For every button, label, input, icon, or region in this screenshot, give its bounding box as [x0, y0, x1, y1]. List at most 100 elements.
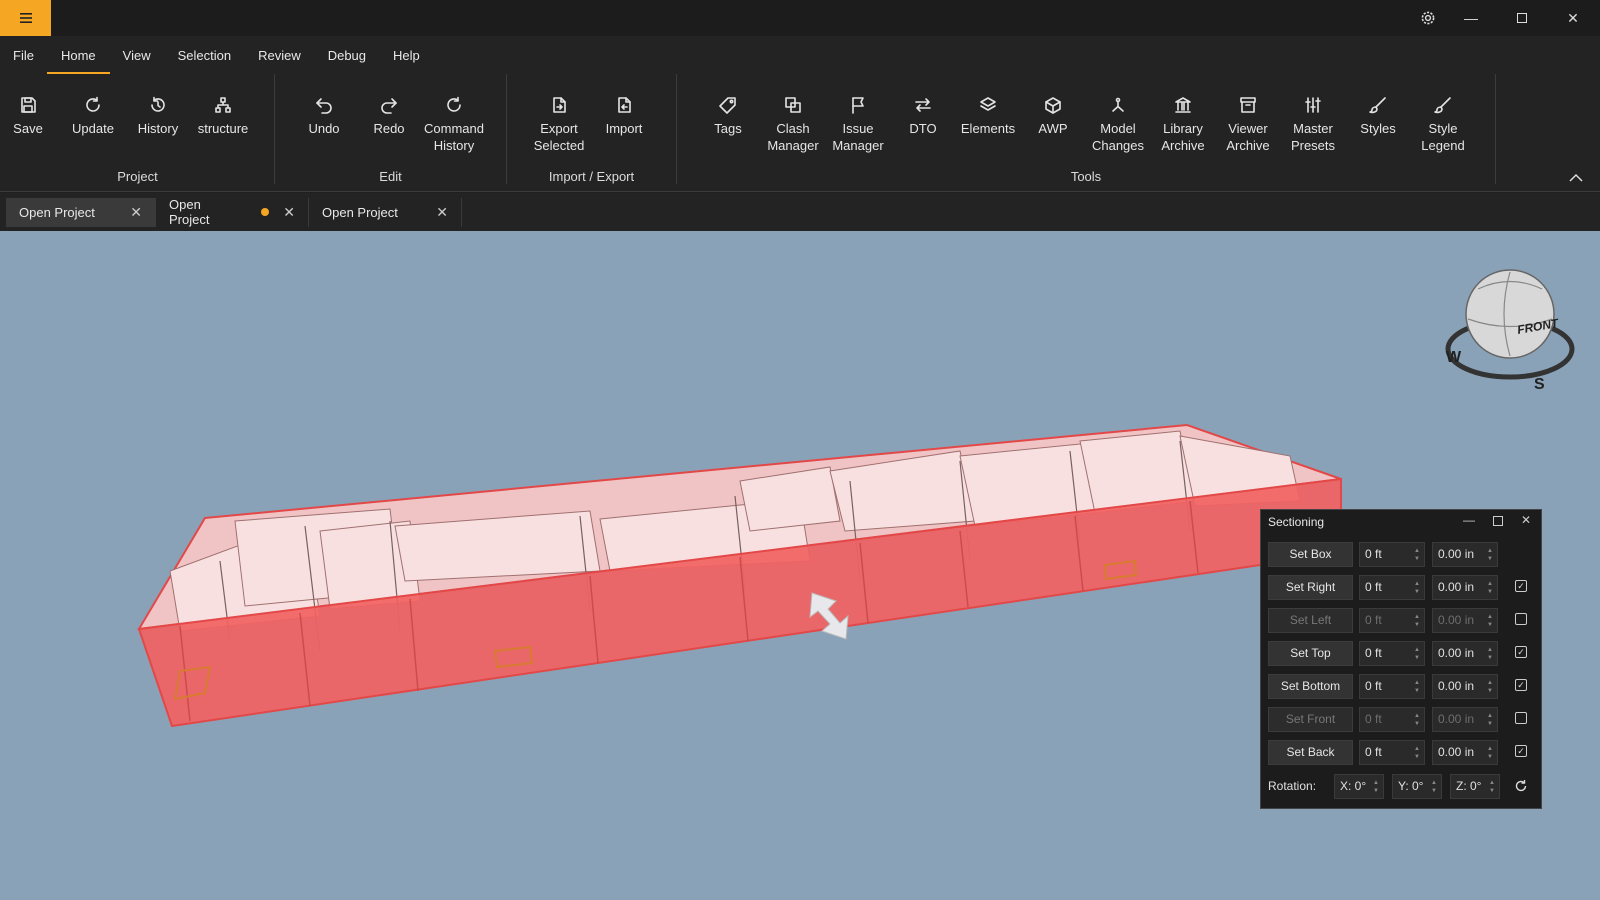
close-icon[interactable]: ✕ [283, 204, 295, 221]
section-set-button[interactable]: Set Left [1268, 607, 1353, 633]
redo-button[interactable]: Redo [357, 96, 421, 137]
panel-maximize-icon[interactable] [1493, 516, 1503, 526]
export-selected-button[interactable]: Export Selected [527, 96, 591, 154]
collapse-ribbon-icon[interactable] [1568, 170, 1584, 186]
minimize-button[interactable]: — [1447, 0, 1495, 36]
elements-button[interactable]: Elements [956, 96, 1020, 137]
tab-open-project-2[interactable]: Open Project ✕ [156, 197, 309, 227]
model-changes-button[interactable]: Model Changes [1086, 96, 1150, 154]
section-set-button[interactable]: Set Front [1268, 706, 1353, 732]
structure-button[interactable]: structure [191, 96, 255, 137]
section-ft-input[interactable]: 0 ft ▲ ▼ [1359, 541, 1425, 567]
menu-file[interactable]: File [13, 36, 34, 74]
section-in-input[interactable]: 0.00 in ▲ ▼ [1432, 739, 1498, 765]
section-enable-checkbox[interactable]: ✓ [1515, 745, 1527, 757]
spinner-icon[interactable]: ▲ ▼ [1431, 779, 1437, 795]
export-file-icon [553, 97, 566, 113]
section-ft-input[interactable]: 0 ft ▲ ▼ [1359, 706, 1425, 732]
issue-manager-button[interactable]: Issue Manager [826, 96, 890, 154]
section-set-button[interactable]: Set Right [1268, 574, 1353, 600]
dto-button[interactable]: DTO [891, 96, 955, 137]
menu-debug[interactable]: Debug [328, 36, 366, 74]
section-set-button[interactable]: Set Bottom [1268, 673, 1353, 699]
section-in-input[interactable]: 0.00 in ▲ ▼ [1432, 607, 1498, 633]
reset-rotation-icon[interactable] [1514, 779, 1528, 793]
tab-open-project-1[interactable]: Open Project ✕ [6, 197, 156, 227]
menu-selection[interactable]: Selection [178, 36, 231, 74]
section-in-input[interactable]: 0.00 in ▲ ▼ [1432, 640, 1498, 666]
menu-view[interactable]: View [123, 36, 151, 74]
section-set-button[interactable]: Set Back [1268, 739, 1353, 765]
spinner-icon[interactable]: ▲ ▼ [1487, 580, 1493, 596]
rotation-x-input[interactable]: X: 0° ▲ ▼ [1334, 773, 1384, 799]
close-icon[interactable]: ✕ [130, 204, 142, 221]
command-history-button[interactable]: Command History [422, 96, 486, 154]
spinner-icon[interactable]: ▲ ▼ [1489, 779, 1495, 795]
spinner-icon[interactable]: ▲ ▼ [1414, 712, 1420, 728]
section-ft-input[interactable]: 0 ft ▲ ▼ [1359, 574, 1425, 600]
section-ft-input[interactable]: 0 ft ▲ ▼ [1359, 673, 1425, 699]
spinner-icon[interactable]: ▲ ▼ [1487, 547, 1493, 563]
section-in-input[interactable]: 0.00 in ▲ ▼ [1432, 541, 1498, 567]
spinner-icon[interactable]: ▲ ▼ [1414, 646, 1420, 662]
section-set-button[interactable]: Set Top [1268, 640, 1353, 666]
section-set-button[interactable]: Set Box [1268, 541, 1353, 567]
update-button[interactable]: Update [61, 96, 125, 137]
history-button[interactable]: History [126, 96, 190, 137]
close-icon[interactable]: ✕ [436, 204, 448, 221]
styles-button[interactable]: Styles [1346, 96, 1410, 137]
close-button[interactable]: ✕ [1549, 0, 1597, 36]
tab-open-project-3[interactable]: Open Project ✕ [309, 197, 462, 227]
section-in-input[interactable]: 0.00 in ▲ ▼ [1432, 574, 1498, 600]
ribbon-group-import-export: Export Selected Import Import / Export [507, 74, 676, 192]
style-legend-button[interactable]: Style Legend [1411, 96, 1475, 154]
undo-button[interactable]: Undo [292, 96, 356, 137]
spinner-icon[interactable]: ▲ ▼ [1487, 745, 1493, 761]
elements-label: Elements [960, 121, 1016, 136]
maximize-button[interactable] [1498, 0, 1546, 36]
section-ft-input[interactable]: 0 ft ▲ ▼ [1359, 607, 1425, 633]
settings-button[interactable] [1404, 0, 1452, 36]
view-cube-icon[interactable]: FRONT W S [1438, 264, 1578, 394]
master-presets-button[interactable]: Master Presets [1281, 96, 1345, 154]
spinner-icon[interactable]: ▲ ▼ [1414, 679, 1420, 695]
spinner-icon[interactable]: ▲ ▼ [1487, 613, 1493, 629]
spinner-icon[interactable]: ▲ ▼ [1414, 580, 1420, 596]
section-enable-checkbox[interactable]: ✓ [1515, 580, 1527, 592]
panel-close-icon[interactable]: ✕ [1521, 513, 1531, 527]
hierarchy-icon [215, 97, 231, 113]
menu-home[interactable]: Home [46, 36, 110, 74]
menu-help[interactable]: Help [393, 36, 420, 74]
section-enable-checkbox[interactable]: ✓ [1515, 679, 1527, 691]
spinner-icon[interactable]: ▲ ▼ [1414, 547, 1420, 563]
spinner-icon[interactable]: ▲ ▼ [1487, 712, 1493, 728]
spinner-icon[interactable]: ▲ ▼ [1373, 779, 1379, 795]
save-button[interactable]: Save [0, 96, 60, 137]
section-ft-input[interactable]: 0 ft ▲ ▼ [1359, 739, 1425, 765]
menu-review[interactable]: Review [258, 36, 301, 74]
section-in-input[interactable]: 0.00 in ▲ ▼ [1432, 673, 1498, 699]
section-enable-checkbox[interactable] [1515, 613, 1527, 625]
viewer-archive-button[interactable]: Viewer Archive [1216, 96, 1280, 154]
rotation-y-input[interactable]: Y: 0° ▲ ▼ [1392, 773, 1442, 799]
library-archive-button[interactable]: Library Archive [1151, 96, 1215, 154]
section-ft-value: 0 ft [1365, 646, 1382, 660]
import-button[interactable]: Import [592, 96, 656, 137]
section-enable-checkbox[interactable] [1515, 712, 1527, 724]
brush-icon [1369, 97, 1386, 114]
clash-manager-button[interactable]: Clash Manager [761, 96, 825, 154]
spinner-icon[interactable]: ▲ ▼ [1414, 745, 1420, 761]
group-label-project: Project [117, 169, 158, 184]
section-in-input[interactable]: 0.00 in ▲ ▼ [1432, 706, 1498, 732]
tags-button[interactable]: Tags [696, 96, 760, 137]
hamburger-menu-button[interactable] [0, 0, 51, 36]
awp-button[interactable]: AWP [1021, 96, 1085, 137]
spinner-icon[interactable]: ▲ ▼ [1487, 646, 1493, 662]
tab-label: Open Project [19, 204, 95, 220]
section-enable-checkbox[interactable]: ✓ [1515, 646, 1527, 658]
spinner-icon[interactable]: ▲ ▼ [1414, 613, 1420, 629]
panel-minimize-icon[interactable]: — [1463, 513, 1475, 527]
section-ft-input[interactable]: 0 ft ▲ ▼ [1359, 640, 1425, 666]
rotation-z-input[interactable]: Z: 0° ▲ ▼ [1450, 773, 1500, 799]
spinner-icon[interactable]: ▲ ▼ [1487, 679, 1493, 695]
